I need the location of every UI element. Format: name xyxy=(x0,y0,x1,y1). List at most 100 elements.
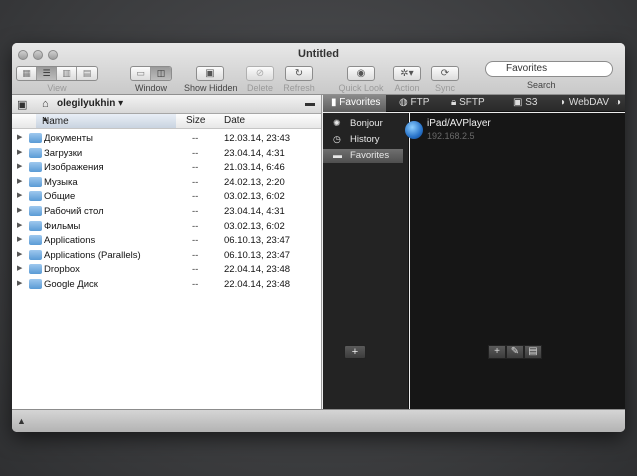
tab-sftp-label: SFTP xyxy=(459,97,485,108)
action-group: ✲▾ Action xyxy=(390,66,424,93)
search-input[interactable]: Favorites xyxy=(485,61,613,77)
show-hidden-group: ▣ Show Hidden xyxy=(184,66,238,93)
disclosure-triangle-icon[interactable]: ▶ xyxy=(17,250,22,258)
lock-icon: 🔒︎ xyxy=(451,97,457,108)
tab-s3-label: S3 xyxy=(525,97,538,108)
folder-icon xyxy=(29,278,42,289)
tab-webdav-label: WebDAV xyxy=(568,97,610,108)
refresh-icon: ↻ xyxy=(294,68,304,79)
path-user-dropdown[interactable]: olegilyukhin ▾ xyxy=(57,98,123,109)
favorites-content xyxy=(410,113,625,409)
file-row[interactable]: ▶ Общие -- 03.02.13, 6:02 xyxy=(12,189,321,204)
add-favorite-button[interactable]: + xyxy=(344,345,366,359)
disclosure-triangle-icon[interactable]: ▶ xyxy=(17,133,22,141)
tab-favorites[interactable]: ▮ Favorites xyxy=(323,95,387,112)
file-row[interactable]: ▶ Музыка -- 24.02.13, 2:20 xyxy=(12,175,321,190)
file-list: ▶ Документы -- 12.03.14, 23:43 ▶ Загрузки -- 23… xyxy=(12,131,321,292)
folder-icon xyxy=(29,235,42,246)
sidebar-item-favorites[interactable]: ▬ Favorites xyxy=(323,149,403,163)
file-date: 12.03.14, 23:43 xyxy=(224,133,291,144)
sync-icon: ⟳ xyxy=(440,68,450,79)
pane-menu-icon[interactable]: ▬ xyxy=(305,98,315,109)
home-icon[interactable]: ⌂ xyxy=(42,98,49,110)
file-name: Фильмы xyxy=(44,220,81,232)
file-row[interactable]: ▶ Applications -- 06.10.13, 23:47 xyxy=(12,233,321,248)
size-column-header[interactable]: Size xyxy=(186,115,205,126)
list-view-icon[interactable]: ☰ xyxy=(37,67,57,80)
folder-icon xyxy=(29,220,42,231)
refresh-label: Refresh xyxy=(283,83,315,93)
file-size: -- xyxy=(192,205,199,217)
single-pane-icon[interactable]: ▭ xyxy=(131,67,151,80)
window-mode-segmented[interactable]: ▭ ◫ xyxy=(130,66,172,81)
disclosure-triangle-icon[interactable]: ▶ xyxy=(17,206,22,214)
device-name[interactable]: iPad/AVPlayer xyxy=(427,118,491,129)
file-row[interactable]: ▶ Фильмы -- 03.02.13, 6:02 xyxy=(12,219,321,234)
file-size: -- xyxy=(192,147,199,159)
tab-s3[interactable]: ▣ S3 xyxy=(513,97,537,108)
sidebar-item-history[interactable]: ◷ History xyxy=(323,133,409,147)
eye-hidden-icon: ▣ xyxy=(205,68,215,79)
view-mode-segmented[interactable]: ▦ ☰ ▥ ▤ xyxy=(16,66,98,81)
file-row[interactable]: ▶ Applications (Parallels) -- 06.10.13, 23:… xyxy=(12,248,321,263)
drive-icon: ▤ xyxy=(528,346,538,357)
delete-button[interactable]: ⊘ xyxy=(246,66,274,81)
tab-sftp[interactable]: 🔒︎ SFTP xyxy=(451,97,485,108)
tab-ftp[interactable]: ◍ FTP xyxy=(399,97,429,108)
sidebar-item-bonjour[interactable]: ✺ Bonjour xyxy=(323,117,409,131)
sync-label: Sync xyxy=(434,83,455,93)
file-size: -- xyxy=(192,191,199,203)
file-row[interactable]: ▶ Google Диск -- 22.04.14, 23:48 xyxy=(12,277,321,292)
webdav-icon: ◗ xyxy=(560,97,567,108)
disclosure-triangle-icon[interactable]: ▶ xyxy=(17,264,22,272)
tab-webdav[interactable]: ◗ WebDAV xyxy=(560,97,609,108)
file-size: -- xyxy=(192,278,199,290)
file-date: 03.02.13, 6:02 xyxy=(224,191,285,203)
file-date: 22.04.14, 23:48 xyxy=(224,264,291,276)
disclosure-triangle-icon[interactable]: ▶ xyxy=(17,279,22,287)
clock-icon: ◷ xyxy=(333,134,341,144)
disclosure-triangle-icon[interactable]: ▶ xyxy=(17,221,22,229)
disclosure-triangle-icon[interactable]: ▶ xyxy=(17,177,22,185)
drive-icon[interactable]: ▣ xyxy=(17,98,27,111)
search-label: Search xyxy=(527,80,556,90)
action-label: Action xyxy=(394,83,420,93)
file-row[interactable]: ▶ Загрузки -- 23.04.14, 4:31 xyxy=(12,146,321,161)
no-entry-icon: ⊘ xyxy=(255,68,265,79)
app-window: Untitled ▦ ☰ ▥ ▤ View ▭ ◫ Window ▣ Show … xyxy=(12,43,625,432)
window-label: Window xyxy=(134,83,167,93)
device-ip: 192.168.2.5 xyxy=(427,131,475,141)
coverflow-view-icon[interactable]: ▤ xyxy=(77,67,97,80)
plus-icon: + xyxy=(494,346,500,357)
more-tabs-icon[interactable]: ◑ xyxy=(615,97,621,108)
quick-look-button[interactable]: ◉ xyxy=(347,66,375,81)
icon-view-icon[interactable]: ▦ xyxy=(17,67,37,80)
s3-icon: ▣ xyxy=(513,97,523,108)
ftp-icon: ◍ xyxy=(399,97,408,108)
sync-button[interactable]: ⟳ xyxy=(431,66,459,81)
action-button[interactable]: ✲▾ xyxy=(393,66,421,81)
file-row[interactable]: ▶ Документы -- 12.03.14, 23:43 xyxy=(12,131,321,146)
drive-server-button[interactable]: ▤ xyxy=(524,345,542,359)
edit-server-button[interactable]: ✎ xyxy=(506,345,524,359)
disclosure-triangle-icon[interactable]: ▶ xyxy=(17,148,22,156)
file-date: 21.03.14, 6:46 xyxy=(224,162,285,174)
column-view-icon[interactable]: ▥ xyxy=(57,67,77,80)
show-hidden-button[interactable]: ▣ xyxy=(196,66,224,81)
bookmark-icon: ▮ xyxy=(331,97,337,108)
file-row[interactable]: ▶ Рабочий стол -- 23.04.14, 4:31 xyxy=(12,204,321,219)
dual-pane-icon[interactable]: ◫ xyxy=(151,67,171,80)
refresh-group: ↻ Refresh xyxy=(282,66,316,93)
file-row[interactable]: ▶ Dropbox -- 22.04.14, 23:48 xyxy=(12,262,321,277)
refresh-button[interactable]: ↻ xyxy=(285,66,313,81)
file-row[interactable]: ▶ Изображения -- 21.03.14, 6:46 xyxy=(12,160,321,175)
disclosure-triangle-icon[interactable]: ▶ xyxy=(17,162,22,170)
delete-label: Delete xyxy=(246,83,273,93)
date-column-header[interactable]: Date xyxy=(224,115,245,126)
add-server-button[interactable]: + xyxy=(488,345,506,359)
disclosure-triangle-icon[interactable]: ▶ xyxy=(17,235,22,243)
file-size: -- xyxy=(192,162,199,174)
disclosure-triangle-icon[interactable]: ▶ xyxy=(17,191,22,199)
disclosure-up-icon[interactable]: ▲ xyxy=(17,416,26,426)
file-name: Рабочий стол xyxy=(44,205,104,217)
